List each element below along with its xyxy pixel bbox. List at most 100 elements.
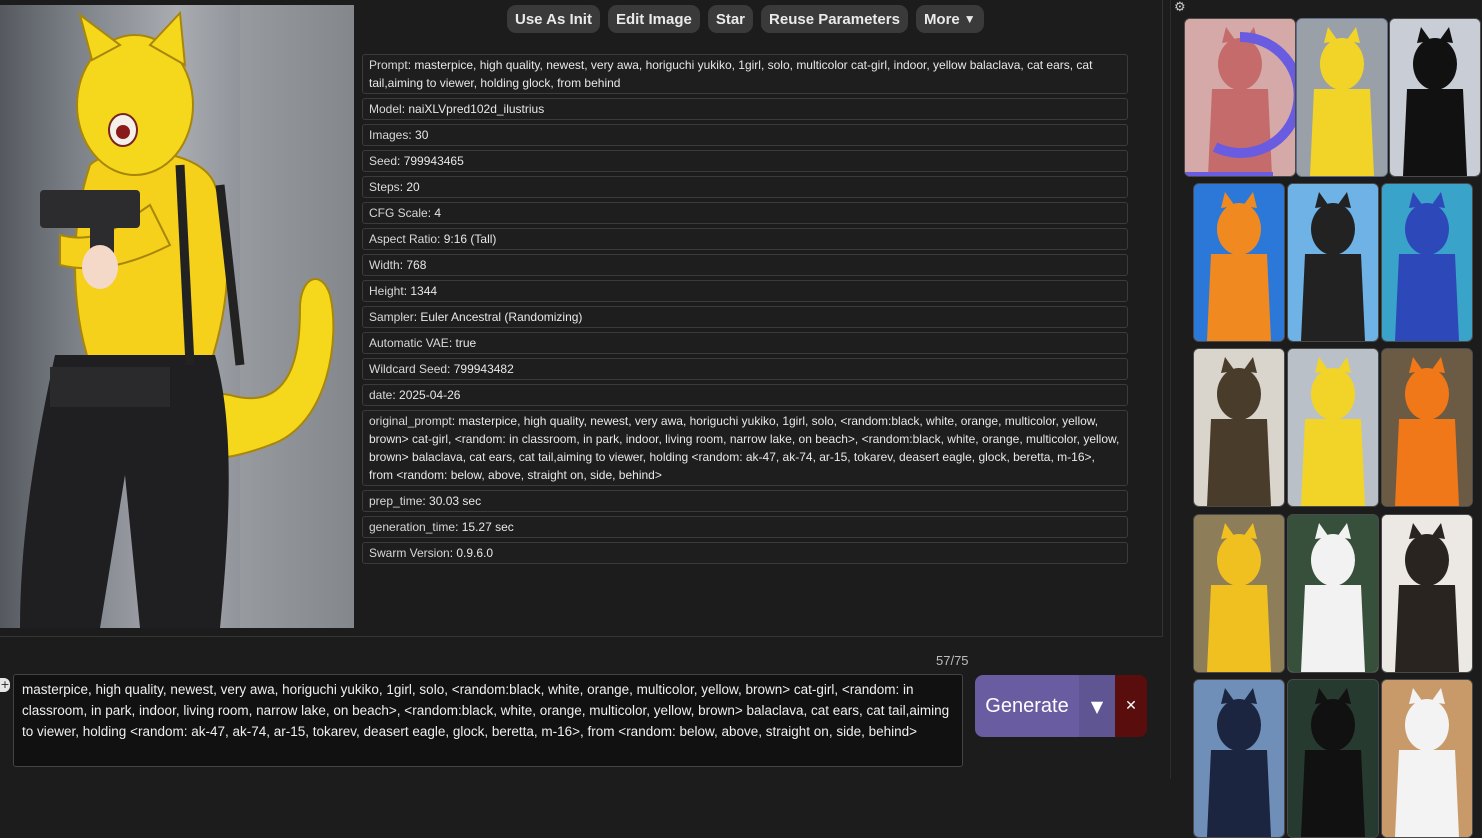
prompt-input[interactable]: masterpice, high quality, newest, very a… [13, 674, 963, 767]
metadata-prep-time: prep_time: 30.03 sec [362, 490, 1128, 512]
metadata-key: generation_time [369, 520, 456, 534]
sidebar-divider[interactable] [1170, 0, 1171, 779]
metadata-value: naiXLVpred102d_ilustrius [408, 102, 545, 116]
image-toolbar: Use As Init Edit Image Star Reuse Parame… [507, 5, 984, 33]
panel-divider-horizontal[interactable] [0, 636, 1163, 637]
metadata-swarm-version: Swarm Version: 0.9.6.0 [362, 542, 1128, 564]
metadata-cfg-scale: CFG Scale: 4 [362, 202, 1128, 224]
metadata-value: 30 [415, 128, 429, 142]
metadata-height: Height: 1344 [362, 280, 1128, 302]
gallery-thumbnail-yellow-cat-girl-glock[interactable] [1296, 18, 1388, 177]
metadata-value: masterpice, high quality, newest, very a… [369, 414, 1120, 482]
metadata-value: 9:16 (Tall) [443, 232, 497, 246]
star-button[interactable]: Star [707, 5, 754, 33]
metadata-value: 4 [434, 206, 442, 220]
metadata-key: Wildcard Seed [369, 362, 448, 376]
thumbnail-art [1194, 680, 1284, 837]
progress-ring-icon [1185, 19, 1295, 176]
chevron-down-icon: ▼ [963, 12, 976, 26]
metadata-model: Model: naiXLVpred102d_ilustrius [362, 98, 1128, 120]
metadata-key: original_prompt [369, 414, 452, 428]
generate-button[interactable]: Generate [975, 675, 1079, 737]
gallery-thumbnail-yellow-cat-girl-pistol[interactable] [1287, 348, 1379, 507]
use-as-init-button[interactable]: Use As Init [507, 5, 600, 33]
gallery-thumbnail-cat-girl-eagle[interactable] [1287, 183, 1379, 342]
gallery-thumbnail-green-cat-soldier[interactable] [1287, 679, 1379, 838]
edit-image-button[interactable]: Edit Image [607, 5, 700, 33]
metadata-images: Images: 30 [362, 124, 1128, 146]
thumbnail-art [1390, 19, 1480, 176]
metadata-key: CFG Scale [369, 206, 428, 220]
gallery-thumbnail-brown-cat-girl-soldier[interactable] [1193, 348, 1285, 507]
gallery-thumbnail-yellow-hoodie-blue-hair[interactable] [1193, 514, 1285, 673]
metadata-value: masterpice, high quality, newest, very a… [369, 58, 1093, 90]
metadata-key: Swarm Version [369, 546, 450, 560]
metadata-value: 0.9.6.0 [456, 546, 494, 560]
metadata-key: Height [369, 284, 404, 298]
panel-divider-vertical[interactable] [1162, 0, 1163, 636]
main-image[interactable] [0, 5, 354, 628]
thumbnail-art [1194, 349, 1284, 506]
metadata-key: Width [369, 258, 400, 272]
thumbnail-art [1297, 19, 1387, 176]
gallery-thumbnail-navy-cat-soldier[interactable] [1193, 679, 1285, 838]
metadata-value: Euler Ancestral (Randomizing) [420, 310, 583, 324]
metadata-value: 1344 [410, 284, 438, 298]
main-image-art [20, 5, 354, 628]
metadata-prompt: Prompt: masterpice, high quality, newest… [362, 54, 1128, 94]
cancel-generation-button[interactable]: ✕ [1115, 675, 1147, 737]
metadata-key: Prompt [369, 58, 408, 72]
chevron-down-icon: ▼ [1090, 696, 1104, 716]
metadata-key: Aspect Ratio [369, 232, 438, 246]
thumbnail-art [1288, 680, 1378, 837]
gear-icon[interactable]: ⚙ [1174, 0, 1186, 15]
gallery-thumbnail-black-cat-girl-rifle[interactable] [1381, 514, 1473, 673]
token-counter: 57/75 [936, 653, 969, 668]
thumbnail-art [1382, 349, 1472, 506]
metadata-key: Sampler [369, 310, 414, 324]
thumbnail-art [1382, 680, 1472, 837]
gallery-thumbnail-generating[interactable] [1184, 18, 1296, 177]
gallery-thumbnail-laughing-girl[interactable] [1381, 679, 1473, 838]
gallery-thumbnail-orange-cat-girl-classroom[interactable] [1381, 348, 1473, 507]
metadata-value: 2025-04-26 [399, 388, 461, 402]
gallery-thumbnail-black-cat-girl-classroom[interactable] [1389, 18, 1481, 177]
metadata-width: Width: 768 [362, 254, 1128, 276]
metadata-key: Automatic VAE [369, 336, 449, 350]
gallery-thumbnail-blue-cat-girl-cliff[interactable] [1381, 183, 1473, 342]
close-icon: ✕ [1125, 698, 1137, 714]
metadata-key: date [369, 388, 393, 402]
metadata-value: 15.27 sec [461, 520, 514, 534]
metadata-key: Seed [369, 154, 398, 168]
more-button[interactable]: More ▼ [915, 5, 984, 33]
generate-options-button[interactable]: ▼ [1079, 675, 1115, 737]
more-label: More [923, 10, 960, 28]
metadata-key: Images [369, 128, 409, 142]
metadata-automatic-vae: Automatic VAE: true [362, 332, 1128, 354]
metadata-key: prep_time [369, 494, 423, 508]
metadata-value: 799943482 [453, 362, 514, 376]
metadata-date: date: 2025-04-26 [362, 384, 1128, 406]
reuse-parameters-button[interactable]: Reuse Parameters [761, 5, 908, 33]
metadata-value: true [455, 336, 477, 350]
thumbnail-art [1382, 184, 1472, 341]
metadata-steps: Steps: 20 [362, 176, 1128, 198]
thumbnail-art [1194, 515, 1284, 672]
metadata-value: 768 [406, 258, 427, 272]
metadata-key: Model [369, 102, 402, 116]
metadata-original-prompt: original_prompt: masterpice, high qualit… [362, 410, 1128, 486]
gallery-thumbnail-white-cat-girl-cat[interactable] [1287, 514, 1379, 673]
gallery-thumbnail-orange-cat-girl-beach[interactable] [1193, 183, 1285, 342]
metadata-sampler: Sampler: Euler Ancestral (Randomizing) [362, 306, 1128, 328]
image-metadata: Prompt: masterpice, high quality, newest… [362, 54, 1128, 568]
thumbnail-art [1382, 515, 1472, 672]
thumbnail-art [1288, 349, 1378, 506]
metadata-seed: Seed: 799943465 [362, 150, 1128, 172]
metadata-value: 30.03 sec [429, 494, 482, 508]
metadata-value: 799943465 [403, 154, 464, 168]
metadata-wildcard-seed: Wildcard Seed: 799943482 [362, 358, 1128, 380]
thumbnail-art [1288, 184, 1378, 341]
add-prompt-button[interactable]: + [0, 678, 10, 692]
metadata-aspect-ratio: Aspect Ratio: 9:16 (Tall) [362, 228, 1128, 250]
metadata-generation-time: generation_time: 15.27 sec [362, 516, 1128, 538]
